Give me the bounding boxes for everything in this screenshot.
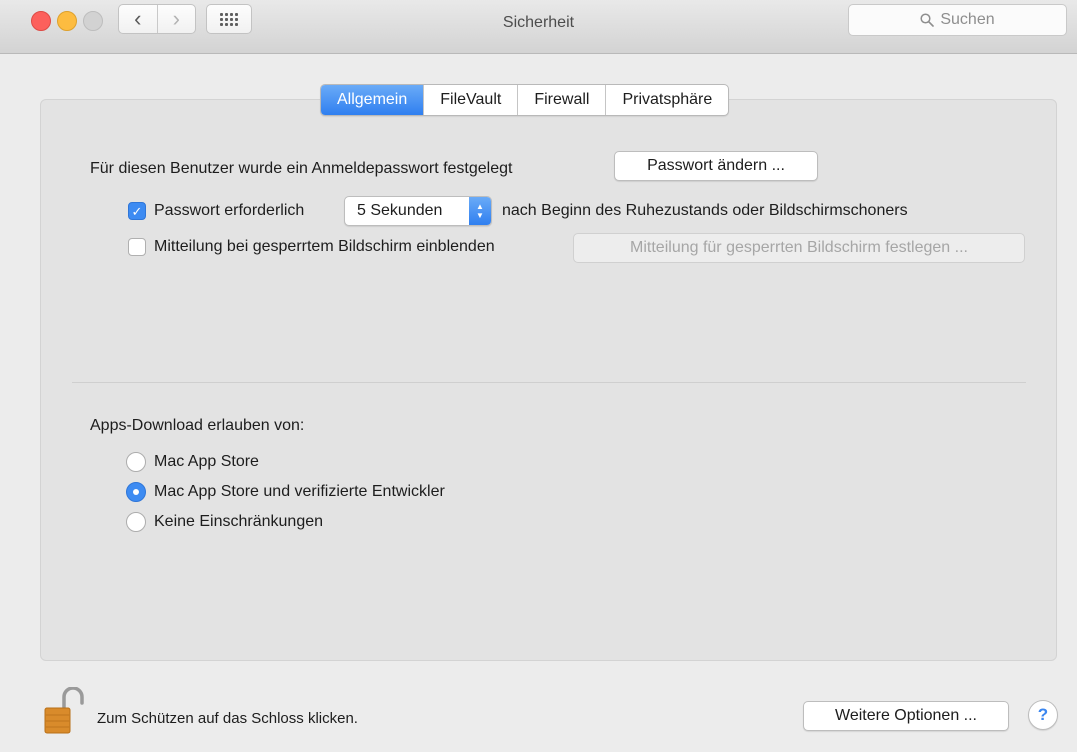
- lock-message-label: Mitteilung bei gesperrtem Bildschirm ein…: [154, 238, 495, 255]
- preferences-window: ‹ › Sicherheit Suchen Allgemein FileVaul…: [0, 0, 1077, 752]
- padlock-icon[interactable]: [42, 687, 86, 735]
- content-panel: [40, 99, 1057, 661]
- password-delay-value: 5 Sekunden: [357, 202, 443, 219]
- lock-message-checkbox[interactable]: [128, 238, 146, 256]
- radio-app-store-and-identified[interactable]: [126, 482, 146, 502]
- title-bar: ‹ › Sicherheit Suchen: [0, 0, 1077, 54]
- search-field[interactable]: Suchen: [848, 4, 1067, 36]
- radio-mac-app-store-label: Mac App Store: [154, 453, 259, 470]
- tab-allgemein[interactable]: Allgemein: [321, 85, 424, 115]
- password-delay-select[interactable]: 5 Sekunden ▲ ▼: [344, 196, 492, 226]
- advanced-options-button[interactable]: Weitere Optionen ...: [803, 701, 1009, 731]
- tab-privatsphaere[interactable]: Privatsphäre: [605, 85, 728, 115]
- radio-app-store-and-identified-label: Mac App Store und verifizierte Entwickle…: [154, 483, 445, 500]
- updown-arrows-icon: ▲ ▼: [469, 197, 491, 225]
- search-icon: [920, 13, 935, 27]
- checkmark-icon: ✓: [131, 203, 143, 219]
- radio-anywhere[interactable]: [126, 512, 146, 532]
- password-delay-suffix: nach Beginn des Ruhezustands oder Bildsc…: [502, 202, 908, 219]
- radio-mac-app-store[interactable]: [126, 452, 146, 472]
- password-set-label: Für diesen Benutzer wurde ein Anmeldepas…: [90, 160, 513, 177]
- search-placeholder: Suchen: [940, 11, 995, 28]
- tab-filevault[interactable]: FileVault: [423, 85, 517, 115]
- question-mark-icon: ?: [1037, 705, 1049, 724]
- tab-firewall[interactable]: Firewall: [517, 85, 605, 115]
- downloads-heading: Apps-Download erlauben von:: [90, 417, 305, 434]
- help-button[interactable]: ?: [1028, 700, 1058, 730]
- require-password-label: Passwort erforderlich: [154, 202, 305, 219]
- require-password-checkbox[interactable]: ✓: [128, 202, 146, 220]
- set-lock-message-button[interactable]: Mitteilung für gesperrten Bildschirm fes…: [573, 233, 1025, 263]
- radio-anywhere-label: Keine Einschränkungen: [154, 513, 324, 530]
- tab-bar: Allgemein FileVault Firewall Privatsphär…: [320, 84, 730, 116]
- section-divider: [72, 382, 1026, 383]
- change-password-button[interactable]: Passwort ändern ...: [614, 151, 818, 181]
- lock-hint-text: Zum Schützen auf das Schloss klicken.: [97, 710, 358, 727]
